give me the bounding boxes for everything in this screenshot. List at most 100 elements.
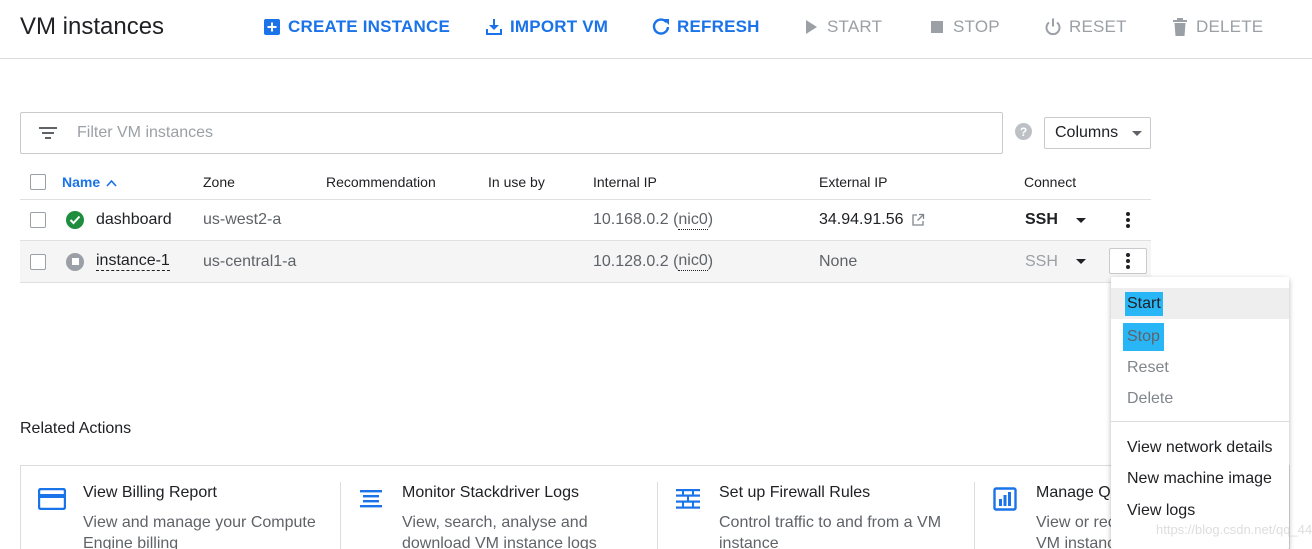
ssh-label: SSH <box>1025 211 1058 228</box>
start-button[interactable]: START <box>801 0 882 54</box>
card-desc-line: Engine billing <box>83 535 179 549</box>
card-divider <box>657 482 658 549</box>
create-instance-label: CREATE INSTANCE <box>288 17 450 36</box>
caret-down-icon <box>1075 259 1086 264</box>
instance-name-label: instance-1 <box>96 252 170 271</box>
ssh-dropdown[interactable]: SSH <box>1025 200 1086 240</box>
nic-link[interactable]: nic0 <box>678 211 708 230</box>
table-header: Name Zone Recommendation In use by Inter… <box>20 165 1151 200</box>
select-all-checkbox[interactable] <box>30 174 46 190</box>
filter-bar <box>20 112 1003 154</box>
firewall-icon <box>673 484 703 514</box>
related-actions-cards: View Billing Report View and manage your… <box>20 465 1290 549</box>
columns-label: Columns <box>1055 124 1119 141</box>
external-ip-value: None <box>819 252 858 270</box>
menu-item-label: Start <box>1125 291 1163 316</box>
caret-down-icon <box>1132 130 1143 136</box>
card-description: View, search, analyse and download VM in… <box>402 512 642 549</box>
row-checkbox[interactable] <box>30 212 46 228</box>
related-actions-title: Related Actions <box>20 420 132 437</box>
internal-ip-value: 10.128.0.2 <box>593 252 669 270</box>
header-name-label: Name <box>62 174 101 190</box>
delete-label: DELETE <box>1196 17 1264 36</box>
quota-icon <box>990 484 1020 514</box>
import-vm-button[interactable]: IMPORT VM <box>484 0 608 54</box>
table-row: dashboard us-west2-a 10.168.0.2 (nic0) 3… <box>20 200 1151 241</box>
more-actions-button[interactable] <box>1109 248 1147 274</box>
nic-link[interactable]: nic0 <box>678 252 708 271</box>
play-icon <box>801 17 821 37</box>
external-ip-value[interactable]: 34.94.91.56 <box>819 211 904 229</box>
card-stackdriver-logs[interactable]: Monitor Stackdriver Logs View, search, a… <box>356 466 656 549</box>
open-in-new-icon[interactable] <box>911 213 925 227</box>
zone-cell: us-west2-a <box>203 211 282 228</box>
more-vert-icon <box>1126 212 1130 228</box>
caret-down-icon <box>1075 217 1086 223</box>
card-billing-report[interactable]: View Billing Report View and manage your… <box>37 466 337 549</box>
start-label: START <box>827 17 883 36</box>
card-firewall-rules[interactable]: Set up Firewall Rules Control traffic to… <box>673 466 973 549</box>
refresh-button[interactable]: REFRESH <box>651 0 760 54</box>
external-ip-cell: 34.94.91.56 <box>819 200 925 240</box>
status-stopped-icon <box>66 241 84 282</box>
stop-button[interactable]: STOP <box>927 0 1000 54</box>
menu-item-view-network-details[interactable]: View network details <box>1111 432 1289 463</box>
power-icon <box>1043 17 1063 37</box>
create-instance-button[interactable]: CREATE INSTANCE <box>262 0 450 54</box>
reset-label: RESET <box>1069 17 1127 36</box>
internal-ip-cell: 10.168.0.2 (nic0) <box>593 210 714 230</box>
zone-cell: us-central1-a <box>203 252 297 270</box>
card-desc-line: View and manage your Compute <box>83 514 316 531</box>
menu-item-label: Stop <box>1123 322 1164 351</box>
reset-button[interactable]: RESET <box>1043 0 1127 54</box>
refresh-icon <box>651 17 671 37</box>
internal-ip-value: 10.168.0.2 <box>593 211 669 228</box>
menu-item-delete[interactable]: Delete <box>1111 383 1289 414</box>
card-title: Manage Qu <box>1036 484 1120 501</box>
refresh-label: REFRESH <box>677 17 760 36</box>
import-vm-label: IMPORT VM <box>510 17 609 36</box>
filter-icon[interactable] <box>38 126 58 140</box>
card-desc-line: View, search, analyse and <box>402 514 588 531</box>
instance-name-link[interactable]: dashboard <box>96 200 172 240</box>
header-recommendation[interactable]: Recommendation <box>326 165 436 199</box>
card-title: Set up Firewall Rules <box>719 484 871 501</box>
row-select-cell <box>30 200 46 240</box>
header-external-ip[interactable]: External IP <box>819 165 887 199</box>
header-name[interactable]: Name <box>62 165 117 199</box>
trash-icon <box>1170 17 1190 37</box>
menu-item-reset[interactable]: Reset <box>1111 352 1289 383</box>
header-internal-ip[interactable]: Internal IP <box>593 165 657 199</box>
delete-button[interactable]: DELETE <box>1170 0 1263 54</box>
menu-item-new-machine-image[interactable]: New machine image <box>1111 463 1289 494</box>
card-divider <box>340 482 341 549</box>
card-description: Control traffic to and from a VM instanc… <box>719 512 959 549</box>
row-select-cell <box>30 241 46 282</box>
menu-item-start[interactable]: Start <box>1111 288 1289 319</box>
card-title: Monitor Stackdriver Logs <box>402 484 579 501</box>
menu-item-stop[interactable]: Stop <box>1111 321 1289 352</box>
columns-button[interactable]: Columns <box>1044 117 1151 149</box>
header-in-use-by[interactable]: In use by <box>488 165 545 199</box>
header-connect: Connect <box>1024 174 1077 190</box>
stop-label: STOP <box>953 17 1000 36</box>
help-icon[interactable]: ? <box>1015 123 1032 140</box>
ssh-dropdown[interactable]: SSH <box>1025 241 1086 282</box>
toolbar: VM instances CREATE INSTANCE IMPORT VM R… <box>0 0 1312 59</box>
watermark: https://blog.csdn.net/qq_44881486 <box>1156 522 1312 537</box>
instance-name-link[interactable]: instance-1 <box>96 241 170 282</box>
table-row: instance-1 us-central1-a 10.128.0.2 (nic… <box>20 241 1151 283</box>
list-icon <box>356 484 386 514</box>
internal-ip-cell: 10.128.0.2 (nic0) <box>593 252 714 271</box>
instance-actions-menu: Start Stop Reset Delete View network det… <box>1111 277 1289 549</box>
header-zone[interactable]: Zone <box>203 165 235 199</box>
filter-input[interactable] <box>77 124 977 142</box>
row-checkbox[interactable] <box>30 253 46 270</box>
download-icon <box>484 17 504 37</box>
card-desc-line: download VM instance logs <box>402 535 597 549</box>
card-description: View and manage your Compute Engine bill… <box>83 512 323 549</box>
card-title: View Billing Report <box>83 484 217 501</box>
status-running-icon <box>66 200 84 240</box>
credit-card-icon <box>37 484 67 514</box>
more-actions-button[interactable] <box>1109 207 1147 233</box>
